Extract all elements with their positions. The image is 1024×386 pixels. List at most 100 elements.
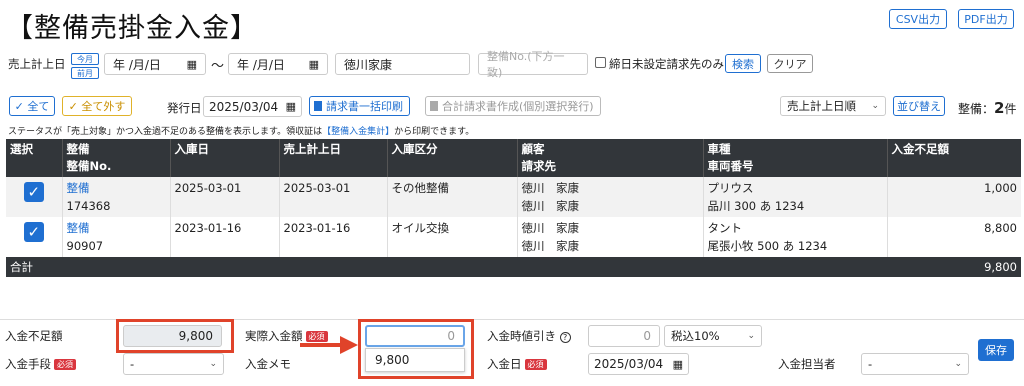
unset-billing-checkbox[interactable]	[595, 57, 606, 68]
calendar-icon: ▦	[672, 357, 683, 371]
cell-sales-date: 2023-01-16	[279, 217, 388, 257]
actual-amount-label-text: 実際入金額	[245, 329, 303, 343]
range-tilde: 〜	[211, 59, 225, 74]
csv-export-button[interactable]: CSV出力	[889, 9, 947, 29]
discount-input[interactable]: 0	[588, 325, 660, 347]
th-vehicle: 車種 車両番号	[703, 139, 888, 177]
cell-customer: 徳川 家康 徳川 家康	[517, 217, 704, 257]
th-category: 入庫区分	[387, 139, 518, 177]
staff-value: -	[868, 357, 873, 371]
clear-button[interactable]: クリア	[767, 54, 813, 73]
row-select[interactable]: ✓	[6, 217, 63, 257]
sales-date-label: 売上計上日	[8, 57, 66, 71]
total-label: 合計	[6, 257, 887, 277]
date-to-input[interactable]: 年 /月/日 ▦	[228, 53, 328, 75]
actual-amount-label: 実際入金額 必須	[245, 328, 328, 344]
payment-method-label-text: 入金手段	[5, 357, 51, 371]
tax-select[interactable]: 税込10% ⌄	[664, 325, 762, 347]
count-value: 2	[994, 99, 1005, 117]
chevron-down-icon: ⌄	[954, 359, 962, 369]
maintenance-no-input[interactable]: 整備No.(下方一致)	[478, 50, 588, 79]
total-row: 合計 9,800	[6, 257, 1021, 277]
row-select[interactable]: ✓	[6, 177, 63, 217]
payment-date-label-text: 入金日	[487, 357, 522, 371]
unset-billing-label: 締日未設定請求先のみ	[609, 57, 724, 71]
cell-sales-date: 2025-03-01	[279, 177, 388, 217]
th-select: 選択	[6, 139, 63, 177]
customer-search-input[interactable]: 徳川家康	[335, 53, 470, 75]
autocomplete-suggestion[interactable]: 9,800	[365, 348, 465, 372]
staff-label: 入金担当者	[778, 357, 836, 371]
sort-button[interactable]: 並び替え	[893, 96, 945, 116]
cell-maintenance: 整備 174368	[62, 177, 171, 217]
cell-maintenance: 整備 90907	[62, 217, 171, 257]
payment-method-select[interactable]: - ⌄	[123, 353, 224, 375]
maintenance-table: 選択 整備 整備No. 入庫日 売上計上日 入庫区分 顧客 請求先 車種 車両番号 入…	[6, 139, 1021, 277]
date-from-value: 年 /月/日	[113, 57, 161, 72]
search-button[interactable]: 検索	[725, 54, 761, 73]
payment-method-value: -	[130, 357, 135, 371]
tax-value: 税込10%	[671, 329, 720, 343]
issue-date-value: 2025/03/04	[209, 99, 279, 114]
required-badge: 必須	[524, 359, 547, 370]
record-count: 整備：2件	[958, 99, 1016, 117]
arrow-right-icon	[340, 336, 358, 354]
chevron-down-icon: ⌄	[209, 359, 217, 369]
payment-memo-label: 入金メモ	[245, 357, 291, 371]
count-label: 整備：	[958, 102, 995, 116]
help-circle-icon[interactable]: ?	[559, 332, 571, 343]
th-customer: 顧客 請求先	[517, 139, 704, 177]
payment-method-label: 入金手段 必須	[5, 356, 76, 372]
date-from-input[interactable]: 年 /月/日 ▦	[104, 53, 206, 75]
select-all-button[interactable]: ✓ 全て	[9, 96, 55, 116]
required-badge: 必須	[54, 359, 76, 370]
shortage-field: 9,800	[123, 325, 222, 347]
payment-date-label: 入金日 必須	[487, 356, 547, 372]
checkbox-checked-icon[interactable]: ✓	[23, 182, 44, 202]
count-unit: 件	[1004, 102, 1017, 116]
calendar-icon: ▦	[308, 57, 319, 71]
combined-invoice-button[interactable]: 合計請求書作成(個別選択発行)	[425, 96, 601, 116]
th-sales-date: 売上計上日	[279, 139, 388, 177]
shortage-label: 入金不足額	[5, 329, 63, 343]
cell-customer: 徳川 家康 徳川 家康	[517, 177, 704, 217]
bulk-print-label: 請求書一括印刷	[326, 100, 403, 113]
payment-date-input[interactable]: 2025/03/04 ▦	[588, 353, 689, 375]
issue-date-label: 発行日	[167, 101, 202, 115]
status-note-suffix: から印刷できます。	[394, 127, 475, 137]
prev-month-button[interactable]: 前月	[71, 67, 99, 79]
chevron-down-icon: ⌄	[871, 101, 879, 111]
actual-amount-input[interactable]: 0	[365, 325, 465, 347]
checkbox-checked-icon[interactable]: ✓	[23, 222, 44, 242]
pdf-icon	[314, 101, 322, 111]
maintenance-link[interactable]: 整備	[67, 221, 90, 235]
table-row: ✓ 整備 174368 2025-03-01 2025-03-01 その他整備 徳…	[6, 177, 1021, 217]
cell-in-date: 2023-01-16	[170, 217, 280, 257]
this-month-button[interactable]: 今月	[71, 53, 99, 65]
cell-category: その他整備	[387, 177, 518, 217]
status-note-prefix: ステータスが「売上対象」かつ入金過不足のある整備を表示します。領収証は	[8, 127, 323, 137]
maintenance-link[interactable]: 整備	[67, 181, 90, 195]
maintenance-summary-link[interactable]: 【整備入金集計】	[322, 127, 394, 137]
th-in-date: 入庫日	[170, 139, 280, 177]
cell-shortage: 8,800	[984, 221, 1017, 235]
pdf-export-button[interactable]: PDF出力	[958, 9, 1014, 29]
save-button[interactable]: 保存	[978, 339, 1014, 361]
staff-select[interactable]: - ⌄	[861, 353, 969, 375]
table-header-row: 選択 整備 整備No. 入庫日 売上計上日 入庫区分 顧客 請求先 車種 車両番号 入…	[6, 139, 1021, 177]
bulk-print-button[interactable]: 請求書一括印刷	[309, 96, 410, 116]
th-maintenance: 整備 整備No.	[62, 139, 171, 177]
discount-label: 入金時値引き ?	[487, 328, 571, 344]
table-row: ✓ 整備 90907 2023-01-16 2023-01-16 オイル交換 徳川…	[6, 217, 1021, 257]
chevron-down-icon: ⌄	[747, 331, 755, 341]
arrow-line	[300, 343, 344, 347]
calendar-icon: ▦	[285, 100, 296, 113]
calendar-icon: ▦	[186, 57, 197, 71]
cell-vehicle: プリウス 品川 300 あ 1234	[703, 177, 888, 217]
cell-in-date: 2025-03-01	[170, 177, 280, 217]
deselect-all-button[interactable]: ✓ 全て外す	[62, 96, 132, 116]
sort-select[interactable]: 売上計上日順 ⌄	[780, 96, 886, 116]
page-title: 【整備売掛金入金】	[6, 13, 258, 44]
cell-vehicle: タント 尾張小牧 500 あ 1234	[703, 217, 888, 257]
issue-date-input[interactable]: 2025/03/04 ▦	[203, 96, 302, 117]
